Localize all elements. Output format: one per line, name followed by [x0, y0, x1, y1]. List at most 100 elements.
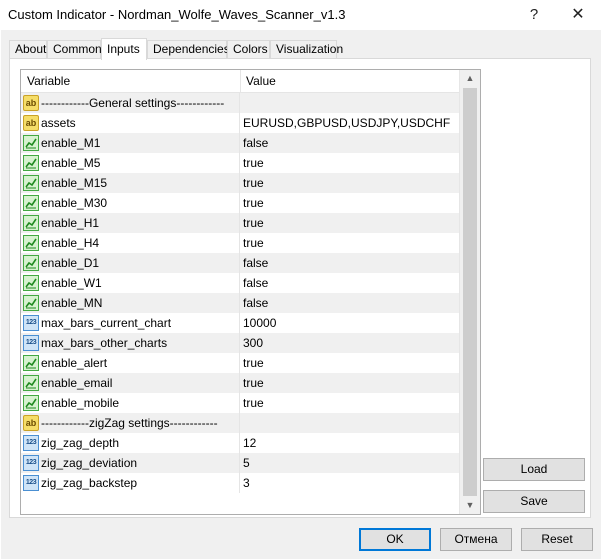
column-divider — [239, 453, 240, 473]
column-divider — [239, 253, 240, 273]
table-row[interactable]: ab ------------zigZag settings-----------… — [21, 413, 459, 433]
scroll-thumb[interactable] — [463, 88, 477, 496]
variable-value[interactable]: true — [243, 393, 264, 413]
cancel-button[interactable]: Отмена — [440, 528, 512, 551]
table-row[interactable]: ab ------------General settings----------… — [21, 93, 459, 113]
table-row[interactable]: enable_H1 true — [21, 213, 459, 233]
variable-value[interactable]: true — [243, 233, 264, 253]
variable-value[interactable]: EURUSD,GBPUSD,USDJPY,USDCHF — [243, 113, 450, 133]
variable-name: enable_W1 — [41, 276, 102, 290]
table-row[interactable]: 123 zig_zag_deviation 5 — [21, 453, 459, 473]
variable-value[interactable]: true — [243, 153, 264, 173]
variable-value[interactable]: true — [243, 213, 264, 233]
variable-name: enable_M5 — [41, 156, 101, 170]
tab-dependencies[interactable]: Dependencies — [147, 40, 230, 58]
tab-visualization[interactable]: Visualization — [270, 40, 343, 58]
variable-value[interactable]: false — [243, 133, 268, 153]
bool-chart-icon — [23, 355, 39, 371]
variable-value[interactable]: 12 — [243, 433, 256, 453]
table-row[interactable]: enable_mobile true — [21, 393, 459, 413]
variable-name: enable_M1 — [41, 136, 101, 150]
variable-name: enable_H1 — [41, 216, 100, 230]
variable-value[interactable]: false — [243, 253, 268, 273]
table-row[interactable]: 123 max_bars_current_chart 10000 — [21, 313, 459, 333]
variable-value[interactable]: 3 — [243, 473, 250, 493]
scroll-down-arrow-icon[interactable]: ▼ — [460, 497, 480, 514]
variable-name: enable_M30 — [41, 196, 108, 210]
table-row[interactable]: enable_H4 true — [21, 233, 459, 253]
bool-chart-icon — [23, 215, 39, 231]
tab-about[interactable]: About — [9, 40, 47, 58]
help-button[interactable]: ? — [523, 4, 545, 26]
table-row[interactable]: enable_M30 true — [21, 193, 459, 213]
tab-common[interactable]: Common — [47, 40, 102, 58]
reset-button[interactable]: Reset — [521, 528, 593, 551]
variable-value[interactable]: true — [243, 373, 264, 393]
variable-name: enable_email — [41, 376, 113, 390]
variable-value[interactable]: true — [243, 193, 264, 213]
table-row[interactable]: 123 max_bars_other_charts 300 — [21, 333, 459, 353]
table-row[interactable]: enable_M15 true — [21, 173, 459, 193]
variable-value[interactable]: 5 — [243, 453, 250, 473]
tab-colors[interactable]: Colors — [227, 40, 270, 58]
column-divider — [239, 133, 240, 153]
table-row[interactable]: enable_W1 false — [21, 273, 459, 293]
table-row[interactable]: 123 zig_zag_depth 12 — [21, 433, 459, 453]
variable-name: enable_H4 — [41, 236, 100, 250]
column-divider — [239, 213, 240, 233]
column-divider — [239, 193, 240, 213]
bool-chart-icon — [23, 255, 39, 271]
tab-inputs[interactable]: Inputs — [101, 38, 147, 60]
numeric-icon: 123 — [23, 455, 39, 471]
variable-value[interactable]: true — [243, 173, 264, 193]
table-row[interactable]: enable_alert true — [21, 353, 459, 373]
scroll-up-arrow-icon[interactable]: ▲ — [460, 70, 480, 87]
close-button[interactable]: ✕ — [567, 4, 589, 26]
variable-name: enable_MN — [41, 296, 103, 310]
table-row[interactable]: enable_MN false — [21, 293, 459, 313]
variable-name: enable_mobile — [41, 396, 120, 410]
bool-chart-icon — [23, 155, 39, 171]
table-row[interactable]: enable_M1 false — [21, 133, 459, 153]
ok-button[interactable]: OK — [359, 528, 431, 551]
variable-value[interactable]: true — [243, 353, 264, 373]
column-divider — [239, 153, 240, 173]
column-divider — [239, 173, 240, 193]
table-row[interactable]: enable_M5 true — [21, 153, 459, 173]
column-divider — [239, 333, 240, 353]
bool-chart-icon — [23, 295, 39, 311]
variable-value[interactable]: false — [243, 293, 268, 313]
table-row[interactable]: enable_email true — [21, 373, 459, 393]
column-header-variable[interactable]: Variable — [21, 70, 241, 92]
inputs-grid[interactable]: Variable Value ab ------------General set… — [20, 69, 481, 515]
table-row[interactable]: 123 zig_zag_backstep 3 — [21, 473, 459, 493]
grid-header: Variable Value — [21, 70, 459, 93]
numeric-icon: 123 — [23, 315, 39, 331]
table-row[interactable]: enable_D1 false — [21, 253, 459, 273]
bool-chart-icon — [23, 275, 39, 291]
column-divider — [239, 413, 240, 433]
variable-name: enable_alert — [41, 356, 108, 370]
variable-name: ------------General settings------------ — [41, 96, 225, 110]
vertical-scrollbar[interactable]: ▲ ▼ — [459, 70, 480, 514]
bool-chart-icon — [23, 375, 39, 391]
bool-chart-icon — [23, 175, 39, 191]
variable-value[interactable]: 300 — [243, 333, 263, 353]
variable-value[interactable]: 10000 — [243, 313, 276, 333]
variable-name: enable_D1 — [41, 256, 100, 270]
variable-name: assets — [41, 116, 76, 130]
table-row[interactable]: ab assets EURUSD,GBPUSD,USDJPY,USDCHF — [21, 113, 459, 133]
variable-value[interactable]: false — [243, 273, 268, 293]
column-divider — [239, 273, 240, 293]
column-header-value[interactable]: Value — [240, 70, 465, 92]
column-divider — [239, 93, 240, 113]
save-button[interactable]: Save — [483, 490, 585, 513]
bool-chart-icon — [23, 195, 39, 211]
column-divider — [239, 293, 240, 313]
variable-name: zig_zag_backstep — [41, 476, 138, 490]
variable-name: max_bars_other_charts — [41, 336, 168, 350]
column-divider — [239, 113, 240, 133]
column-divider — [239, 433, 240, 453]
load-button[interactable]: Load — [483, 458, 585, 481]
column-divider — [239, 353, 240, 373]
